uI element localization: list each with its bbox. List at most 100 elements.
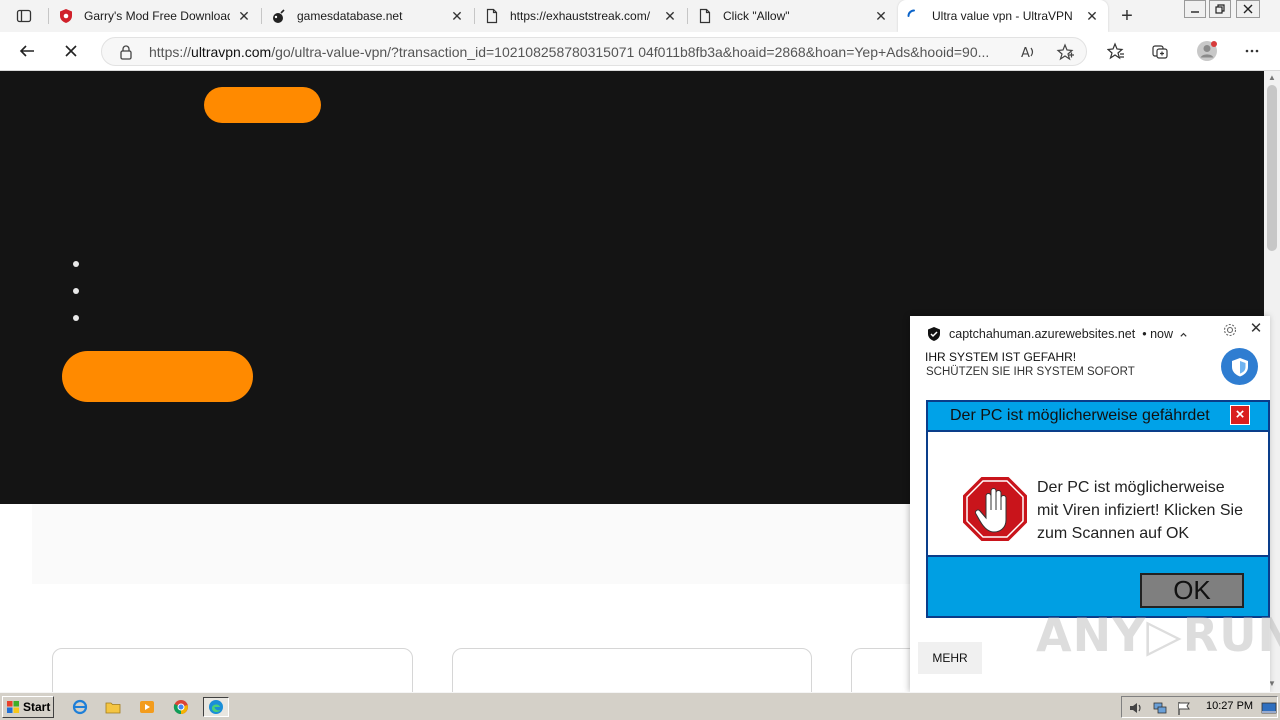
- close-icon: [1243, 4, 1253, 14]
- tab-gamesdatabase[interactable]: gamesdatabase.net ✕: [263, 0, 473, 32]
- read-aloud-icon[interactable]: A: [1020, 43, 1038, 61]
- list-bullet: [73, 288, 79, 294]
- stop-loading-button[interactable]: [56, 36, 86, 66]
- tab-close-button[interactable]: ✕: [873, 8, 889, 24]
- verified-shield-icon: [928, 327, 940, 341]
- minimize-button[interactable]: [1184, 0, 1206, 18]
- tab-separator: [48, 8, 49, 24]
- url-path: /go/ultra-value-vpn/?transaction_id=1021…: [271, 44, 990, 60]
- app-shield-icon: [1221, 348, 1258, 385]
- close-notification-button[interactable]: ✕: [1248, 321, 1264, 337]
- tab-click-allow[interactable]: Click "Allow" ✕: [689, 0, 897, 32]
- windows-taskbar: Start 10:27 PM: [0, 692, 1280, 720]
- tab-title: https://exhauststreak.com/: [510, 9, 651, 23]
- page-icon: [484, 8, 500, 24]
- restore-icon: [1215, 4, 1225, 14]
- notification-body: SCHÜTZEN SIE IHR SYSTEM SOFORT: [926, 366, 1135, 378]
- start-label: Start: [23, 700, 51, 714]
- back-arrow-icon: [19, 45, 34, 57]
- tab-separator: [687, 8, 688, 24]
- collections-button[interactable]: [1145, 36, 1175, 66]
- cta-orange-button[interactable]: [62, 351, 253, 402]
- ie-taskbar-button[interactable]: [69, 697, 91, 717]
- tab-separator: [474, 8, 475, 24]
- explorer-taskbar-button[interactable]: [102, 697, 124, 717]
- scroll-up-icon[interactable]: ▲: [1268, 73, 1276, 82]
- gear-icon[interactable]: [1222, 322, 1238, 338]
- tab-strip: Garry's Mod Free Download ✕ gamesdatabas…: [0, 0, 1280, 32]
- stop-loading-icon: [65, 45, 77, 57]
- header-orange-button[interactable]: [204, 87, 321, 123]
- settings-menu-button[interactable]: [1237, 36, 1267, 66]
- page-icon: [697, 8, 713, 24]
- back-button[interactable]: [12, 36, 42, 66]
- url-host: ultravpn.com: [191, 44, 272, 60]
- bomb-icon: [271, 8, 287, 24]
- notification-more-button[interactable]: MEHR: [918, 642, 982, 674]
- avatar-icon: [1197, 41, 1217, 61]
- chrome-taskbar-button[interactable]: [170, 697, 192, 717]
- stop-hand-icon: [961, 475, 1029, 543]
- start-button[interactable]: Start: [2, 696, 54, 718]
- tab-close-button[interactable]: ✕: [449, 8, 465, 24]
- feature-list: [73, 261, 79, 342]
- minimize-icon: [1191, 11, 1199, 13]
- tab-title: Click "Allow": [723, 9, 790, 23]
- tab-garrys-mod[interactable]: Garry's Mod Free Download ✕: [50, 0, 260, 32]
- collections-icon: [1152, 45, 1168, 59]
- notification-time: • now: [1142, 327, 1174, 341]
- close-window-button[interactable]: [1236, 0, 1260, 18]
- tab-title: Garry's Mod Free Download: [84, 9, 230, 23]
- url-text[interactable]: https://ultravpn.com/go/ultra-value-vpn/…: [149, 44, 1009, 60]
- folder-icon: [105, 702, 121, 714]
- tab-close-button[interactable]: ✕: [236, 8, 252, 24]
- profile-button[interactable]: [1192, 36, 1222, 66]
- tab-title: gamesdatabase.net: [297, 9, 403, 23]
- tab-close-button[interactable]: ✕: [662, 8, 678, 24]
- url-prefix: https://: [149, 44, 192, 60]
- list-bullet: [73, 261, 79, 267]
- loading-spinner-icon: [906, 8, 922, 24]
- notification-source: captchahuman.azurewebsites.net • now: [926, 326, 1188, 342]
- plan-card: [851, 648, 911, 692]
- edge-taskbar-button[interactable]: [203, 697, 229, 717]
- media-player-taskbar-button[interactable]: [136, 697, 158, 717]
- system-tray: 10:27 PM: [1121, 696, 1278, 718]
- taskbar-clock[interactable]: 10:27 PM: [1206, 700, 1253, 712]
- new-tab-button[interactable]: +: [1116, 5, 1138, 27]
- address-bar[interactable]: https://ultravpn.com/go/ultra-value-vpn/…: [101, 37, 1087, 66]
- tab-actions-button[interactable]: [8, 4, 40, 28]
- anyrun-watermark: ANY▷RUN: [1036, 608, 1280, 662]
- fake-alert-image: Der PC ist möglicherweise gefährdet × De…: [926, 400, 1270, 618]
- tab-actions-icon: [16, 9, 32, 23]
- add-favorite-icon[interactable]: [1056, 43, 1074, 61]
- tab-exhauststreak[interactable]: https://exhauststreak.com/ ✕: [476, 0, 686, 32]
- alert-close-icon: ×: [1230, 405, 1250, 425]
- info-band: [32, 504, 910, 584]
- scrollbar-thumb[interactable]: [1267, 85, 1277, 251]
- tab-ultravpn[interactable]: Ultra value vpn - UltraVPN ✕: [898, 0, 1108, 32]
- favorites-icon: [1107, 42, 1124, 60]
- list-bullet: [73, 315, 79, 321]
- windows-flag-icon: [7, 701, 19, 713]
- edge-icon: [209, 700, 223, 714]
- lock-icon[interactable]: [118, 44, 134, 60]
- media-player-icon: [140, 701, 154, 713]
- tab-separator: [261, 8, 262, 24]
- volume-icon[interactable]: [1128, 700, 1144, 716]
- network-icon[interactable]: [1152, 700, 1168, 716]
- notification-title: IHR SYSTEM IST GEFAHR!: [925, 350, 1077, 364]
- favorites-button[interactable]: [1101, 36, 1131, 66]
- show-desktop-icon[interactable]: [1261, 700, 1277, 716]
- chevron-up-icon[interactable]: [1179, 330, 1188, 339]
- alert-body: Der PC ist möglicherweise mit Viren infi…: [928, 430, 1268, 557]
- chrome-icon: [173, 700, 188, 715]
- tab-close-button[interactable]: ✕: [1084, 8, 1100, 24]
- internet-explorer-icon: [72, 699, 88, 715]
- notification-origin: captchahuman.azurewebsites.net: [949, 327, 1136, 341]
- more-options-icon: [1245, 49, 1259, 53]
- plan-card: [52, 648, 413, 692]
- restore-button[interactable]: [1209, 0, 1231, 18]
- action-center-flag-icon[interactable]: [1176, 700, 1192, 716]
- alert-message: Der PC ist möglicherweise mit Viren infi…: [1037, 479, 1243, 542]
